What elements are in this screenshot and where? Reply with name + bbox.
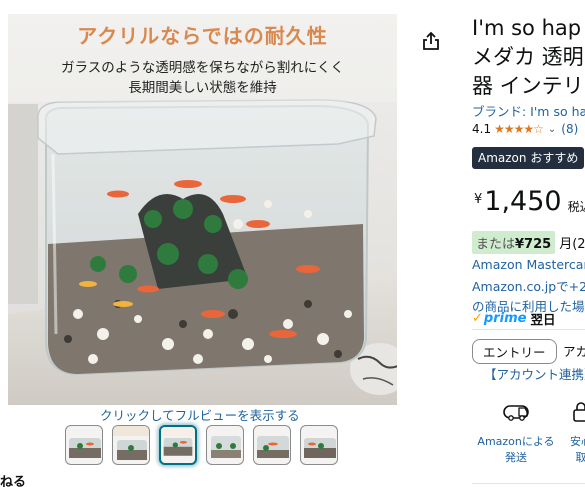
delivery-truck-icon bbox=[476, 398, 556, 426]
badge-prefix: Amazon bbox=[478, 151, 531, 165]
divider bbox=[472, 329, 585, 330]
star-rating-icon[interactable]: ★★★★☆ bbox=[494, 122, 544, 136]
thumbnail[interactable] bbox=[206, 425, 244, 465]
review-count-link[interactable]: (8) bbox=[561, 122, 578, 136]
share-icon[interactable] bbox=[420, 30, 442, 52]
amazon-choice-badge: Amazon おすすめ bbox=[472, 147, 585, 169]
prime-delivery: ✓ prime 翌日 bbox=[472, 309, 555, 328]
feature-secure-transaction[interactable]: 安心 取 bbox=[561, 398, 585, 466]
account-label: アカ bbox=[563, 344, 585, 359]
image-caption-title: アクリルならではの耐久性 bbox=[77, 24, 328, 48]
installment-or: または bbox=[476, 237, 516, 252]
card-offer-text[interactable]: Amazon.co.jpで+2 bbox=[472, 276, 585, 295]
feature-label-line: 発送 bbox=[505, 451, 527, 464]
image-caption-line: 長期間美しい状態を維持 bbox=[128, 80, 277, 96]
thumbnail-strip bbox=[65, 425, 338, 465]
card-offer-link[interactable]: Amazon Mastercar bbox=[472, 257, 585, 272]
main-product-image[interactable]: アクリルならではの耐久性 ガラスのような透明感を保ちながら割れにくく 長期間美し… bbox=[8, 14, 397, 405]
feature-label-line: 安心 bbox=[570, 435, 585, 448]
rating-value: 4.1 bbox=[472, 122, 492, 136]
feature-label-line: Amazonによる bbox=[477, 435, 555, 448]
price-symbol: ¥ bbox=[474, 192, 483, 207]
chevron-down-icon[interactable]: ⌄ bbox=[548, 124, 556, 135]
prime-delivery-day: 翌日 bbox=[530, 312, 556, 327]
lock-icon bbox=[561, 398, 585, 426]
rating-row: 4.1 ★★★★☆ ⌄ (8) bbox=[472, 122, 578, 136]
brand-link[interactable]: ブランド: I'm so ha bbox=[472, 101, 585, 120]
thumbnail[interactable] bbox=[300, 425, 338, 465]
product-title-line: メダカ 透明 bbox=[472, 45, 584, 69]
divider bbox=[472, 483, 585, 484]
installment-offer[interactable]: または¥725 月(2ケ bbox=[472, 231, 585, 254]
installment-pill: または¥725 bbox=[472, 231, 556, 254]
thumbnail[interactable] bbox=[65, 425, 103, 465]
thumbnail[interactable] bbox=[253, 425, 291, 465]
prime-check-icon: ✓ bbox=[472, 311, 483, 326]
price-tax-label: 税込 bbox=[567, 200, 585, 214]
price-amount: 1,450 bbox=[484, 186, 562, 217]
feature-label-line: 取 bbox=[575, 451, 585, 464]
product-title-line: 器 インテリ bbox=[472, 74, 584, 98]
product-title[interactable]: I'm so hap メダカ 透明 器 インテリ bbox=[472, 14, 585, 101]
prime-logo: prime bbox=[483, 311, 527, 326]
installment-term: 月(2ケ bbox=[559, 237, 585, 252]
badge-suffix: おすすめ bbox=[530, 151, 579, 165]
entry-button[interactable]: エントリー bbox=[472, 339, 557, 364]
truncated-text: ねる bbox=[0, 475, 27, 487]
thumbnail-selected[interactable] bbox=[159, 425, 197, 465]
image-caption-line: ガラスのような透明感を保ちながら割れにくく bbox=[61, 60, 344, 76]
fullview-link[interactable]: クリックしてフルビューを表示する bbox=[100, 405, 300, 424]
product-title-line: I'm so hap bbox=[472, 16, 582, 40]
thumbnail[interactable] bbox=[112, 425, 150, 465]
account-link[interactable]: 【アカウント連携】 bbox=[484, 364, 585, 383]
feature-shipped-by-amazon[interactable]: Amazonによる 発送 bbox=[476, 398, 556, 466]
installment-amount: ¥725 bbox=[515, 237, 552, 252]
price: ¥ 1,450 税込 bbox=[474, 186, 585, 217]
